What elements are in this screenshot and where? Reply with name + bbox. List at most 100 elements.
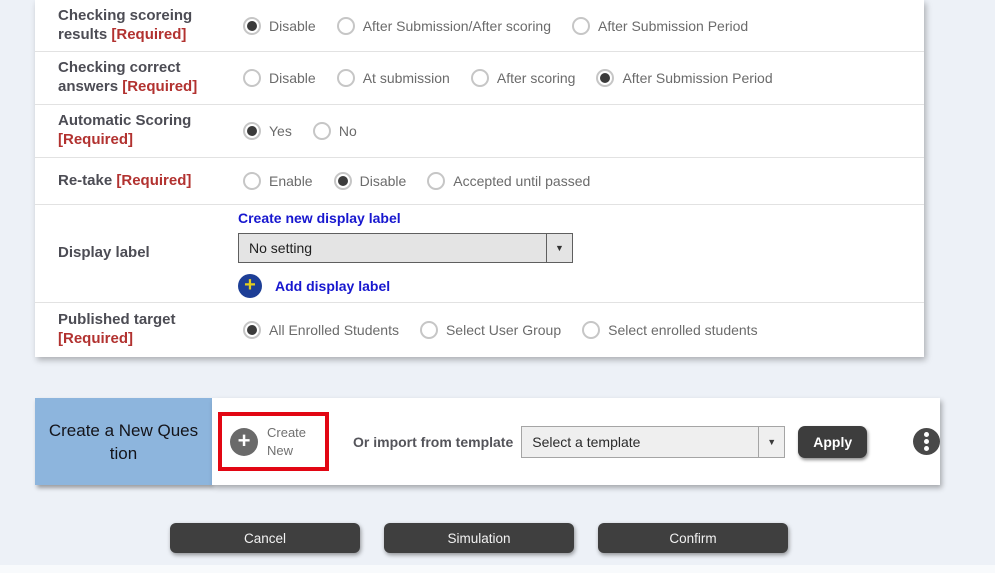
radio-button-icon (243, 69, 261, 87)
row-label: Display label (58, 244, 243, 263)
radio-label: Select User Group (446, 322, 561, 338)
footer-button-bar: Cancel Simulation Confirm (170, 523, 788, 553)
radio-label: After Submission Period (598, 18, 748, 34)
radio-button-icon (471, 69, 489, 87)
radio-option-yes[interactable]: Yes (243, 122, 292, 140)
radio-option-select-enrolled-students[interactable]: Select enrolled students (582, 321, 757, 339)
quiz-settings-panel: Checking scoreing results [Required] Dis… (35, 0, 924, 357)
radio-label: Accepted until passed (453, 173, 590, 189)
template-select[interactable]: Select a template ▼ (521, 426, 785, 458)
label-text: Display label (58, 244, 150, 261)
radio-option-enable[interactable]: Enable (243, 172, 313, 190)
radio-label: Yes (269, 123, 292, 139)
create-question-section: Create a New Question + Create New Or im… (35, 398, 924, 485)
required-badge: [Required] (58, 330, 133, 347)
radio-group-retake: Enable Disable Accepted until passed (243, 172, 611, 190)
radio-button-icon (596, 69, 614, 87)
plus-icon: + (238, 274, 262, 298)
radio-option-after-submission-after-scoring[interactable]: After Submission/After scoring (337, 17, 551, 35)
row-label: Published target [Required] (58, 311, 243, 349)
radio-button-icon (243, 122, 261, 140)
row-label: Automatic Scoring [Required] (58, 112, 243, 150)
row-label: Checking scoreing results [Required] (58, 7, 243, 45)
radio-label: After Submission Period (622, 70, 772, 86)
kebab-dot (924, 439, 929, 444)
radio-button-icon (572, 17, 590, 35)
radio-label: Disable (269, 70, 316, 86)
display-label-controls: Create new display label No setting ▼ + … (238, 210, 573, 298)
radio-button-icon (334, 172, 352, 190)
label-text: Automatic Scoring (58, 112, 191, 129)
kebab-menu-icon[interactable] (913, 428, 940, 455)
radio-button-icon (243, 17, 261, 35)
radio-button-icon (313, 122, 331, 140)
radio-option-after-submission-period[interactable]: After Submission Period (572, 17, 748, 35)
row-published-target: Published target [Required] All Enrolled… (35, 303, 924, 357)
display-label-select-value: No setting (239, 234, 546, 262)
chevron-down-icon[interactable]: ▼ (546, 234, 572, 262)
radio-option-disable[interactable]: Disable (243, 17, 316, 35)
radio-button-icon (582, 321, 600, 339)
simulation-button[interactable]: Simulation (384, 523, 574, 553)
radio-label: Disable (269, 18, 316, 34)
add-display-label-button[interactable]: + Add display label (238, 274, 573, 298)
radio-button-icon (243, 321, 261, 339)
add-display-label-text: Add display label (275, 278, 390, 294)
radio-button-icon (337, 17, 355, 35)
radio-button-icon (243, 172, 261, 190)
radio-group-automatic-scoring: Yes No (243, 122, 378, 140)
radio-group-checking-correct-answers: Disable At submission After scoring Afte… (243, 69, 794, 87)
required-badge: [Required] (122, 78, 197, 95)
kebab-dot (924, 446, 929, 451)
create-new-display-label-link[interactable]: Create new display label (238, 210, 573, 226)
kebab-dot (924, 432, 929, 437)
radio-label: After scoring (497, 70, 576, 86)
radio-label: Select enrolled students (608, 322, 757, 338)
radio-button-icon (427, 172, 445, 190)
radio-label: After Submission/After scoring (363, 18, 551, 34)
radio-label: Enable (269, 173, 313, 189)
radio-label: Disable (360, 173, 407, 189)
radio-option-disable[interactable]: Disable (243, 69, 316, 87)
radio-label: All Enrolled Students (269, 322, 399, 338)
radio-option-disable[interactable]: Disable (334, 172, 407, 190)
radio-button-icon (420, 321, 438, 339)
label-text: Published target (58, 311, 176, 328)
create-question-title: Create a New Question (35, 398, 212, 485)
radio-option-all-enrolled-students[interactable]: All Enrolled Students (243, 321, 399, 339)
row-retake: Re-take [Required] Enable Disable Accept… (35, 158, 924, 205)
radio-option-at-submission[interactable]: At submission (337, 69, 450, 87)
or-import-label: Or import from template (353, 434, 513, 450)
required-badge: [Required] (116, 172, 191, 189)
page-bottom-strip (0, 565, 995, 573)
chevron-down-icon[interactable]: ▼ (758, 427, 784, 457)
radio-group-checking-scoring-results: Disable After Submission/After scoring A… (243, 17, 769, 35)
radio-button-icon (337, 69, 355, 87)
cancel-button[interactable]: Cancel (170, 523, 360, 553)
radio-option-no[interactable]: No (313, 122, 357, 140)
row-automatic-scoring: Automatic Scoring [Required] Yes No (35, 105, 924, 158)
plus-icon[interactable]: + (230, 428, 258, 456)
radio-label: At submission (363, 70, 450, 86)
template-select-value: Select a template (522, 427, 758, 457)
display-label-select[interactable]: No setting ▼ (238, 233, 573, 263)
row-checking-correct-answers: Checking correct answers [Required] Disa… (35, 52, 924, 105)
required-badge: [Required] (111, 26, 186, 43)
label-text: Re-take (58, 172, 112, 189)
highlight-box: + Create New (218, 412, 329, 471)
row-checking-scoring-results: Checking scoreing results [Required] Dis… (35, 0, 924, 52)
row-label: Re-take [Required] (58, 172, 243, 191)
create-new-button[interactable]: Create New (267, 424, 317, 459)
confirm-button[interactable]: Confirm (598, 523, 788, 553)
radio-option-accepted-until-passed[interactable]: Accepted until passed (427, 172, 590, 190)
radio-group-published-target: All Enrolled Students Select User Group … (243, 321, 779, 339)
apply-button[interactable]: Apply (798, 426, 867, 458)
radio-option-after-scoring[interactable]: After scoring (471, 69, 576, 87)
required-badge: [Required] (58, 131, 133, 148)
row-display-label: Display label Create new display label N… (35, 205, 924, 303)
create-question-body: + Create New Or import from template Sel… (212, 398, 940, 485)
radio-option-select-user-group[interactable]: Select User Group (420, 321, 561, 339)
radio-label: No (339, 123, 357, 139)
row-label: Checking correct answers [Required] (58, 59, 243, 97)
radio-option-after-submission-period[interactable]: After Submission Period (596, 69, 772, 87)
